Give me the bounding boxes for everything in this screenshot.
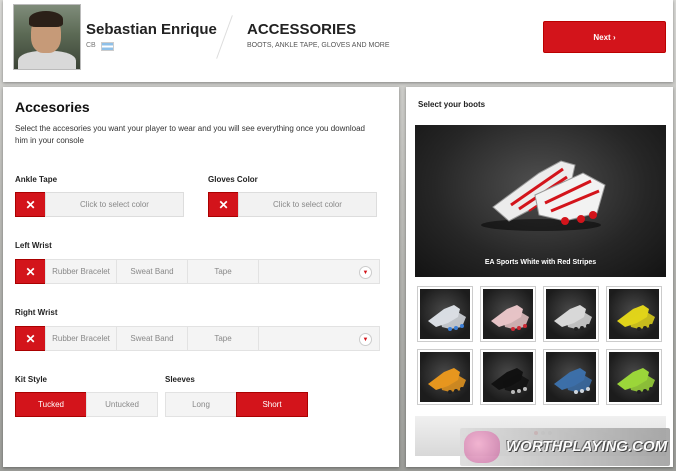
boot-stud [517,326,521,330]
boot-stud [574,327,578,331]
boot-thumbnail[interactable] [480,286,536,342]
boot-stud [649,387,653,391]
boot-stud [523,387,527,391]
boot-stud [523,324,527,328]
right-wrist-option-tape[interactable]: Tape [187,326,259,351]
sleeves-label: Sleeves [165,375,195,384]
next-button[interactable]: Next › [543,21,666,53]
gloves-color-clear-button[interactable]: ✕ [208,192,239,217]
boot-thumbnail[interactable] [606,349,662,405]
boots-label: Select your boots [418,100,486,109]
boot-stud [637,390,641,394]
boot-stud [574,390,578,394]
sleeves-short-button[interactable]: Short [236,392,308,417]
gloves-color-label: Gloves Color [208,175,258,184]
boot-stud [643,389,647,393]
boot-stud [511,327,515,331]
sleeves-long-button[interactable]: Long [165,392,237,417]
boot-thumbnail[interactable] [606,286,662,342]
boot-stud [643,326,647,330]
boot-preview: EA Sports White with Red Stripes [415,125,666,277]
page-title: ACCESSORIES [247,21,357,38]
player-avatar [13,4,81,70]
left-wrist-label: Left Wrist [15,241,52,250]
kit-style-toggle: Tucked Untucked [15,392,158,417]
boot-thumbnail[interactable] [480,349,536,405]
boot-stud [454,389,458,393]
left-wrist-options: Rubber Bracelet Sweat Band Tape ▼ [45,259,380,284]
left-wrist-clear-button[interactable]: ✕ [15,259,46,284]
boot-stud [586,387,590,391]
right-wrist-option-rubber-bracelet[interactable]: Rubber Bracelet [45,326,117,351]
page-subtitle: BOOTS, ANKLE TAPE, GLOVES AND MORE [247,42,390,49]
boot-stud [448,327,452,331]
boot-stud [460,387,464,391]
kit-style-label: Kit Style [15,375,48,384]
boot-image [481,160,606,231]
boots-panel: Select your boots EA Sports White with R… [406,87,673,467]
right-wrist-option-sweat-band[interactable]: Sweat Band [116,326,188,351]
argentina-flag-icon [101,42,114,51]
boot-stud [586,324,590,328]
boot-stud [454,326,458,330]
kit-style-tucked-button[interactable]: Tucked [15,392,87,417]
boot-stud [580,389,584,393]
sleeves-toggle: Long Short [165,392,308,417]
chevron-down-icon[interactable]: ▼ [359,266,372,279]
boot-thumbnail[interactable] [543,349,599,405]
chevron-down-icon[interactable]: ▼ [359,333,372,346]
ankle-tape-color-picker[interactable]: Click to select color [45,192,184,217]
right-wrist-options: Rubber Bracelet Sweat Band Tape ▼ [45,326,380,351]
boot-stud [637,327,641,331]
accessories-panel: Accesories Select the accesories you wan… [3,87,399,467]
mascot-icon [464,431,500,463]
right-wrist-dropdown[interactable]: ▼ [258,326,380,351]
boot-stud [511,390,515,394]
player-position: CB [86,42,96,49]
boot-stud [580,326,584,330]
player-name: Sebastian Enrique [86,21,217,38]
watermark-logo: WORTHPLAYING.COM [460,428,670,466]
boot-stud [460,324,464,328]
boot-stud [517,389,521,393]
ankle-tape-label: Ankle Tape [15,175,58,184]
accessories-title: Accesories [15,99,90,115]
left-wrist-option-tape[interactable]: Tape [187,259,259,284]
boot-name: EA Sports White with Red Stripes [484,259,597,266]
accessories-description: Select the accesories you want your play… [15,124,365,145]
left-wrist-option-sweat-band[interactable]: Sweat Band [116,259,188,284]
left-wrist-option-rubber-bracelet[interactable]: Rubber Bracelet [45,259,117,284]
left-wrist-dropdown[interactable]: ▼ [258,259,380,284]
header-bar: Sebastian Enrique CB ACCESSORIES BOOTS, … [3,0,673,82]
right-wrist-label: Right Wrist [15,308,58,317]
boot-thumbnail[interactable] [417,349,473,405]
boot-stud [448,390,452,394]
boot-stud [649,324,653,328]
header-divider [216,15,233,59]
gloves-color-picker[interactable]: Click to select color [238,192,377,217]
boot-thumbnail[interactable] [417,286,473,342]
right-wrist-clear-button[interactable]: ✕ [15,326,46,351]
ankle-tape-clear-button[interactable]: ✕ [15,192,46,217]
kit-style-untucked-button[interactable]: Untucked [86,392,158,417]
boot-thumbnail[interactable] [543,286,599,342]
watermark-text: WORTHPLAYING.COM [506,438,668,455]
